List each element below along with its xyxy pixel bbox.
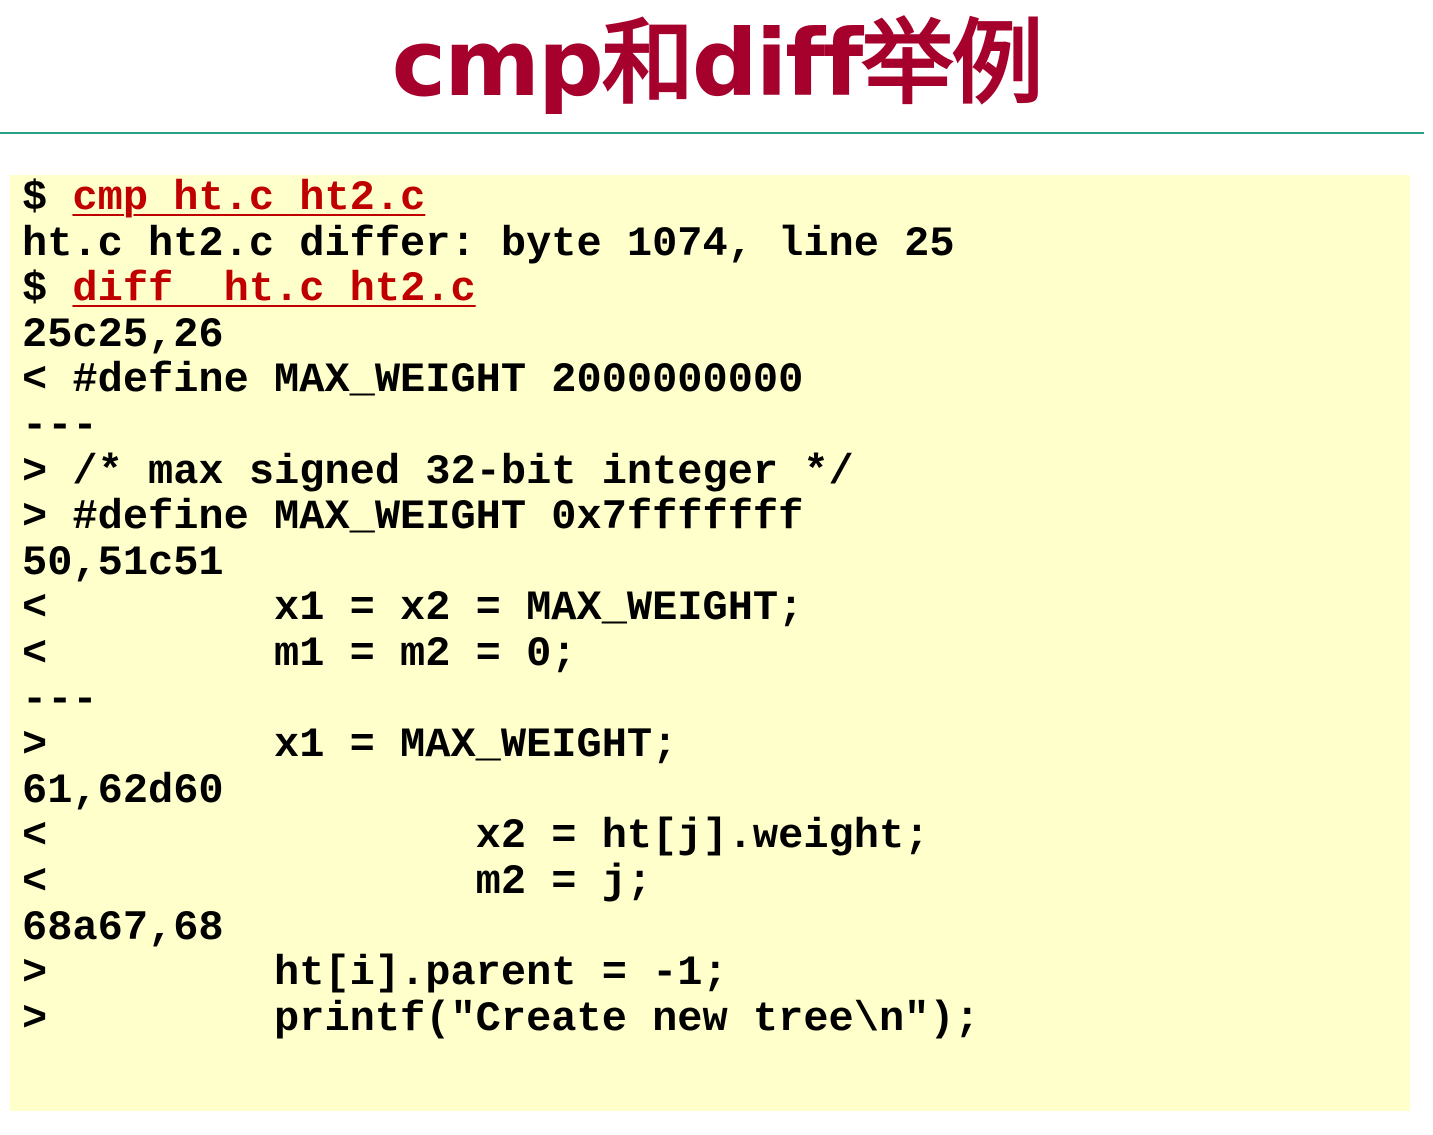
shell-prompt: $ bbox=[22, 265, 73, 314]
diff-output-line: --- bbox=[22, 401, 98, 450]
diff-command-line: $ diff ht.c ht2.c bbox=[22, 265, 980, 314]
diff-command-link[interactable]: diff ht.c ht2.c bbox=[72, 265, 475, 313]
diff-output-line: < m1 = m2 = 0; bbox=[22, 629, 577, 678]
diff-output-line: > /* max signed 32-bit integer */ bbox=[22, 447, 854, 496]
diff-output-line: 50,51c51 bbox=[22, 538, 224, 587]
title-divider bbox=[0, 132, 1424, 134]
slide-title: cmp和diff举例 bbox=[391, 10, 1044, 117]
diff-output-line: 25c25,26 bbox=[22, 310, 224, 359]
terminal-output-panel: $ cmp ht.c ht2.c ht.c ht2.c differ: byte… bbox=[10, 175, 1410, 1111]
diff-output-line: < #define MAX_WEIGHT 2000000000 bbox=[22, 356, 804, 405]
diff-output-line: < x1 = x2 = MAX_WEIGHT; bbox=[22, 584, 804, 633]
cmp-command-link[interactable]: cmp ht.c ht2.c bbox=[72, 174, 425, 222]
diff-output-line: 61,62d60 bbox=[22, 766, 224, 815]
diff-output-line: > printf("Create new tree\n"); bbox=[22, 994, 980, 1043]
cmp-command-line: $ cmp ht.c ht2.c bbox=[22, 174, 980, 222]
diff-output-line: < x2 = ht[j].weight; bbox=[22, 812, 930, 861]
diff-output-line: > x1 = MAX_WEIGHT; bbox=[22, 721, 678, 770]
diff-output-line: > ht[i].parent = -1; bbox=[22, 949, 728, 998]
terminal-lines: $ cmp ht.c ht2.c ht.c ht2.c differ: byte… bbox=[22, 174, 980, 1043]
diff-output-line: 68a67,68 bbox=[22, 903, 224, 952]
diff-output-line: > #define MAX_WEIGHT 0x7fffffff bbox=[22, 493, 804, 542]
cmp-output-line: ht.c ht2.c differ: byte 1074, line 25 bbox=[22, 219, 955, 268]
diff-output-line: --- bbox=[22, 675, 98, 724]
shell-prompt: $ bbox=[22, 174, 73, 222]
diff-output-line: < m2 = j; bbox=[22, 857, 653, 906]
